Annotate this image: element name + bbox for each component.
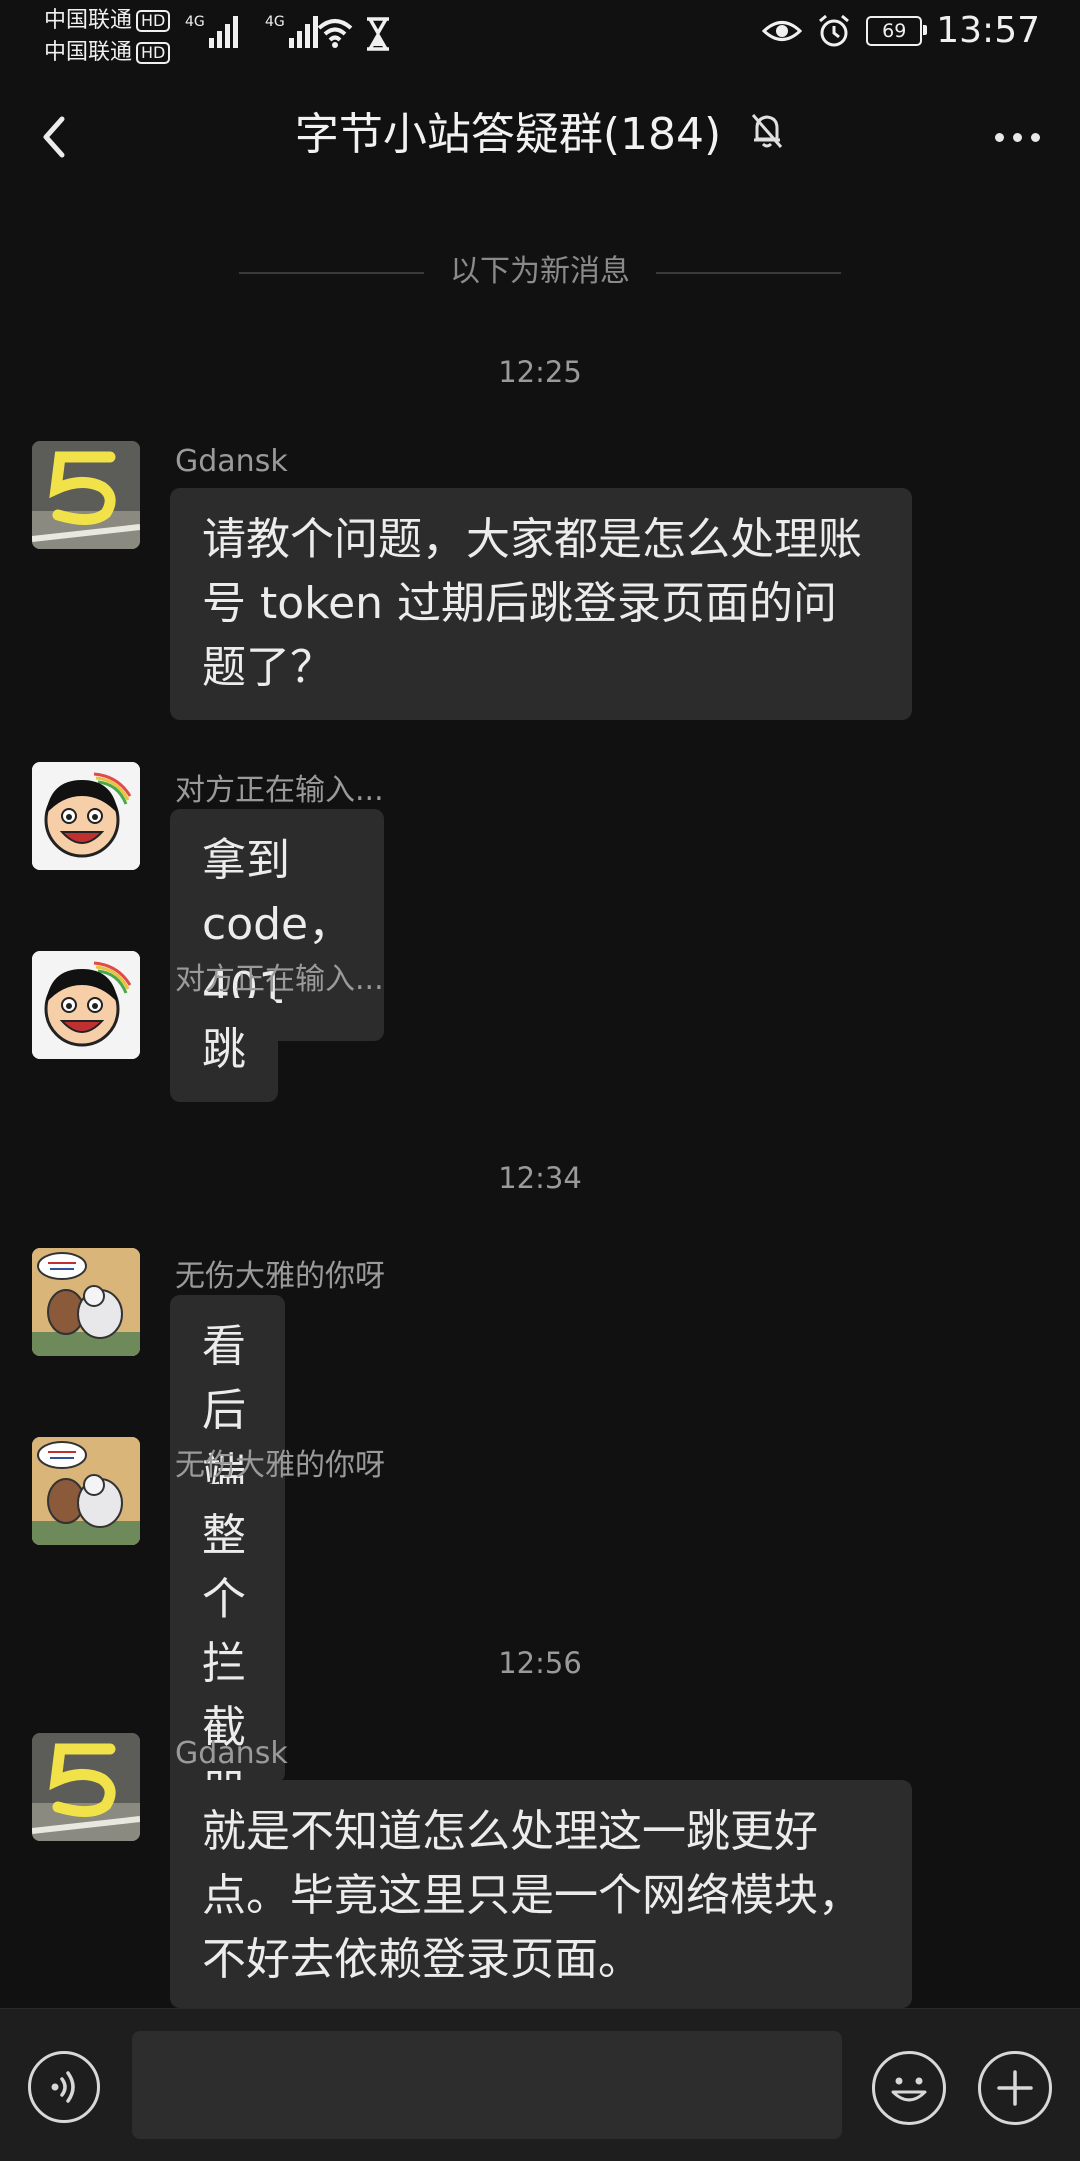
timestamp: 12:56: [498, 1646, 582, 1680]
battery-indicator: 69: [866, 15, 928, 46]
emoji-icon: [891, 2077, 927, 2102]
chat-header: 字节小站答疑群(184): [0, 95, 1080, 185]
voice-icon: [51, 2071, 75, 2103]
avatar[interactable]: [32, 1733, 140, 1841]
bell-off-icon: [749, 107, 785, 167]
carrier-2-label: 中国联通: [44, 40, 133, 65]
battery-level: 69: [882, 19, 907, 42]
avatar-number-five-icon: [32, 1733, 140, 1841]
status-bar: 中国联通 HD 中国联通 HD 4G 4G 69 13:57: [0, 0, 1080, 70]
avatar-cartoon-face-icon: [32, 951, 140, 1059]
alarm-icon: [819, 14, 850, 46]
hd-badge: HD: [136, 10, 171, 32]
avatar-comic-animals-icon: [32, 1248, 140, 1356]
sender-name[interactable]: 无伤大雅的你呀: [175, 1251, 385, 1295]
more-dot-icon: [994, 132, 1004, 142]
emoji-button[interactable]: [872, 2051, 946, 2125]
sender-name[interactable]: 无伤大雅的你呀: [175, 1440, 385, 1484]
network-type-1: 4G: [185, 14, 205, 30]
timestamp: 12:25: [498, 355, 582, 389]
chat-title-row: 字节小站答疑群(184): [0, 105, 1080, 167]
new-messages-divider: 以下为新消息: [0, 246, 1080, 290]
timestamp: 12:34: [498, 1161, 582, 1195]
avatar-cartoon-face-icon: [32, 762, 140, 870]
signal-1-icon: 4G: [185, 14, 238, 48]
chevron-left-icon: [43, 116, 65, 158]
message-bubble[interactable]: 请教个问题，大家都是怎么处理账号 token 过期后跳登录页面的问题了？: [170, 488, 912, 720]
back-button[interactable]: [30, 107, 90, 167]
avatar[interactable]: [32, 1248, 140, 1356]
status-time: 13:57: [936, 10, 1040, 51]
hourglass-icon: [367, 17, 389, 51]
carrier-1: 中国联通 HD: [44, 8, 171, 34]
divider-line: [239, 271, 424, 274]
chat-title[interactable]: 字节小站答疑群(184): [295, 109, 721, 160]
voice-button[interactable]: [28, 2051, 100, 2123]
sender-name[interactable]: 对方正在输入...: [175, 765, 384, 809]
message-input[interactable]: [132, 2031, 842, 2139]
avatar[interactable]: [32, 762, 140, 870]
sender-name[interactable]: Gdansk: [175, 444, 288, 479]
network-type-2: 4G: [265, 14, 285, 30]
plus-icon: [997, 2070, 1033, 2106]
avatar-number-five-icon: [32, 441, 140, 549]
avatar[interactable]: [32, 1437, 140, 1545]
message-bubble[interactable]: 跳: [170, 998, 278, 1102]
more-dot-icon: [1012, 132, 1022, 142]
avatar-comic-animals-icon: [32, 1437, 140, 1545]
avatar[interactable]: [32, 951, 140, 1059]
carrier-2: 中国联通 HD: [44, 40, 171, 66]
plus-button[interactable]: [978, 2051, 1052, 2125]
avatar[interactable]: [32, 441, 140, 549]
carrier-1-label: 中国联通: [44, 8, 133, 33]
wifi-icon: [317, 19, 353, 48]
more-dot-icon: [1030, 132, 1040, 142]
hd-badge: HD: [136, 42, 171, 64]
more-button[interactable]: [982, 107, 1052, 167]
eye-icon: [762, 20, 803, 41]
input-bar: [0, 2008, 1080, 2161]
signal-2-icon: 4G: [265, 14, 318, 48]
divider-line: [656, 271, 841, 274]
sender-name[interactable]: Gdansk: [175, 1736, 288, 1771]
sender-name[interactable]: 对方正在输入...: [175, 954, 384, 998]
new-messages-label: 以下为新消息: [450, 254, 630, 289]
message-bubble[interactable]: 就是不知道怎么处理这一跳更好点。毕竟这里只是一个网络模块，不好去依赖登录页面。: [170, 1780, 912, 2008]
